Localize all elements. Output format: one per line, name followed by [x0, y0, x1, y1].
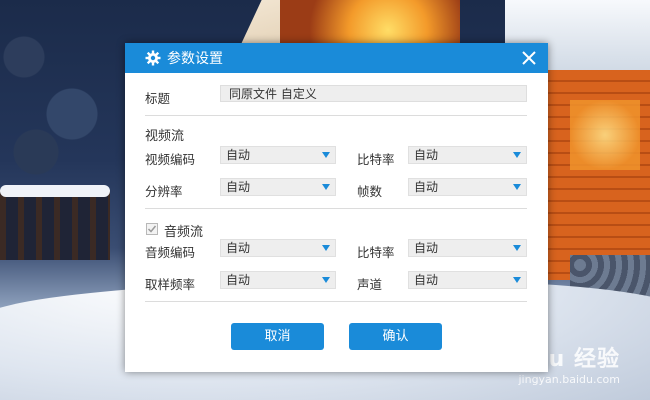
video-codec-select[interactable]: 自动 [220, 146, 336, 164]
audio-bitrate-select[interactable]: 自动 [408, 239, 527, 257]
dropdown-arrow-icon [322, 184, 330, 190]
dropdown-arrow-icon [513, 245, 521, 251]
watermark-sub: jingyan.baidu.com [518, 373, 620, 386]
divider [145, 301, 527, 302]
background-window-glow [570, 100, 640, 170]
background-fence [0, 190, 110, 260]
audio-codec-select[interactable]: 自动 [220, 239, 336, 257]
dialog-titlebar[interactable]: 参数设置 [125, 43, 548, 73]
resolution-value: 自动 [226, 180, 251, 194]
dropdown-arrow-icon [322, 245, 330, 251]
dialog-title: 参数设置 [167, 51, 223, 67]
audio-section-title: 音频流 [164, 225, 204, 240]
resolution-select[interactable]: 自动 [220, 178, 336, 196]
dropdown-arrow-icon [322, 277, 330, 283]
samplerate-value: 自动 [226, 273, 251, 287]
channel-value: 自动 [414, 273, 439, 287]
divider [145, 208, 527, 209]
framerate-label: 帧数 [357, 184, 383, 199]
dropdown-arrow-icon [322, 152, 330, 158]
divider [145, 115, 527, 116]
samplerate-select[interactable]: 自动 [220, 271, 336, 289]
audio-bitrate-label: 比特率 [357, 245, 395, 260]
background-fence-snow [0, 185, 110, 197]
samplerate-label: 取样频率 [145, 277, 196, 292]
dropdown-arrow-icon [513, 152, 521, 158]
video-codec-value: 自动 [226, 148, 251, 162]
audio-bitrate-value: 自动 [414, 241, 439, 255]
audio-codec-value: 自动 [226, 241, 251, 255]
dropdown-arrow-icon [513, 184, 521, 190]
resolution-label: 分辨率 [145, 184, 183, 199]
channel-select[interactable]: 自动 [408, 271, 527, 289]
video-bitrate-label: 比特率 [357, 152, 395, 167]
confirm-button[interactable]: 确认 [349, 323, 442, 350]
checkmark-icon [147, 225, 157, 233]
dropdown-arrow-icon [513, 277, 521, 283]
video-codec-label: 视频编码 [145, 152, 196, 167]
video-section-title: 视频流 [145, 129, 185, 144]
title-label: 标题 [145, 91, 171, 106]
video-bitrate-value: 自动 [414, 148, 439, 162]
audio-codec-label: 音频编码 [145, 245, 196, 260]
video-bitrate-select[interactable]: 自动 [408, 146, 527, 164]
title-input[interactable]: 同原文件 自定义 [220, 85, 527, 102]
audio-enable-checkbox[interactable] [146, 223, 158, 235]
gear-icon [145, 50, 161, 66]
framerate-value: 自动 [414, 180, 439, 194]
cancel-button[interactable]: 取消 [231, 323, 324, 350]
close-icon[interactable] [519, 48, 539, 68]
framerate-select[interactable]: 自动 [408, 178, 527, 196]
settings-dialog: 参数设置 标题 同原文件 自定义 视频流 视频编码 自动 比特率 自动 分辨率 … [125, 43, 548, 372]
background-trees [0, 0, 120, 190]
channel-label: 声道 [357, 277, 383, 292]
